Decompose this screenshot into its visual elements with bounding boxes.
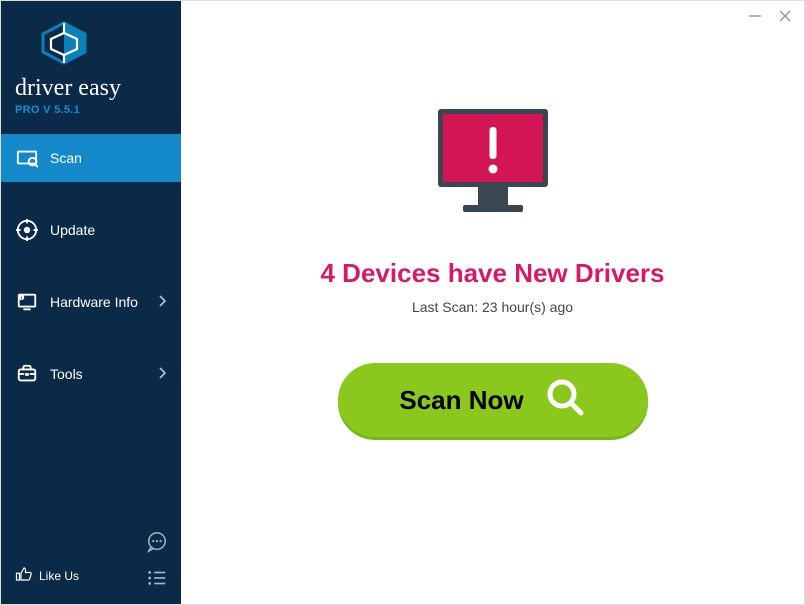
- nav-label: Scan: [50, 150, 82, 166]
- monitor-alert-icon: [423, 101, 563, 236]
- brand-title: driver easy: [15, 76, 121, 100]
- thumbs-up-icon: [15, 565, 33, 586]
- minimize-button[interactable]: [748, 9, 762, 23]
- update-icon: [16, 219, 38, 241]
- brand-logo: driver easy PRO V 5.5.1: [15, 21, 167, 116]
- sidebar-footer: Like Us: [1, 520, 181, 604]
- footer-icons: [145, 530, 173, 590]
- nav-item-hardware-info[interactable]: i Hardware Info: [1, 278, 181, 326]
- close-button[interactable]: [778, 9, 792, 23]
- app-window: driver easy PRO V 5.5.1 Scan Update i: [0, 0, 805, 605]
- nav-item-update[interactable]: Update: [1, 206, 181, 254]
- brand-block: driver easy PRO V 5.5.1: [1, 1, 181, 134]
- chevron-right-icon: [158, 367, 166, 382]
- like-us-button[interactable]: Like Us: [9, 561, 85, 590]
- sidebar: driver easy PRO V 5.5.1 Scan Update i: [1, 1, 181, 604]
- brand-logo-icon: [39, 21, 89, 70]
- scan-now-button[interactable]: Scan Now: [338, 363, 648, 437]
- nav-item-tools[interactable]: Tools: [1, 350, 181, 398]
- feedback-icon[interactable]: [145, 530, 169, 554]
- hardware-info-icon: i: [16, 291, 38, 313]
- menu-list-icon[interactable]: [145, 566, 169, 590]
- window-controls: [748, 9, 792, 23]
- scan-button-label: Scan Now: [399, 385, 523, 416]
- main-panel: 4 Devices have New Drivers Last Scan: 23…: [181, 1, 804, 604]
- status-title: 4 Devices have New Drivers: [321, 258, 665, 289]
- nav-label: Update: [50, 222, 95, 238]
- nav-label: Hardware Info: [50, 294, 138, 310]
- chevron-right-icon: [158, 295, 166, 310]
- brand-version: PRO V 5.5.1: [15, 104, 80, 116]
- nav: Scan Update i Hardware Info: [1, 134, 181, 520]
- status-sub: Last Scan: 23 hour(s) ago: [412, 299, 573, 315]
- tools-icon: [16, 363, 38, 385]
- like-us-label: Like Us: [39, 569, 79, 583]
- nav-item-scan[interactable]: Scan: [1, 134, 181, 182]
- svg-text:i: i: [21, 295, 22, 300]
- nav-label: Tools: [50, 366, 83, 382]
- scan-icon: [16, 147, 38, 169]
- magnifier-icon: [544, 376, 586, 425]
